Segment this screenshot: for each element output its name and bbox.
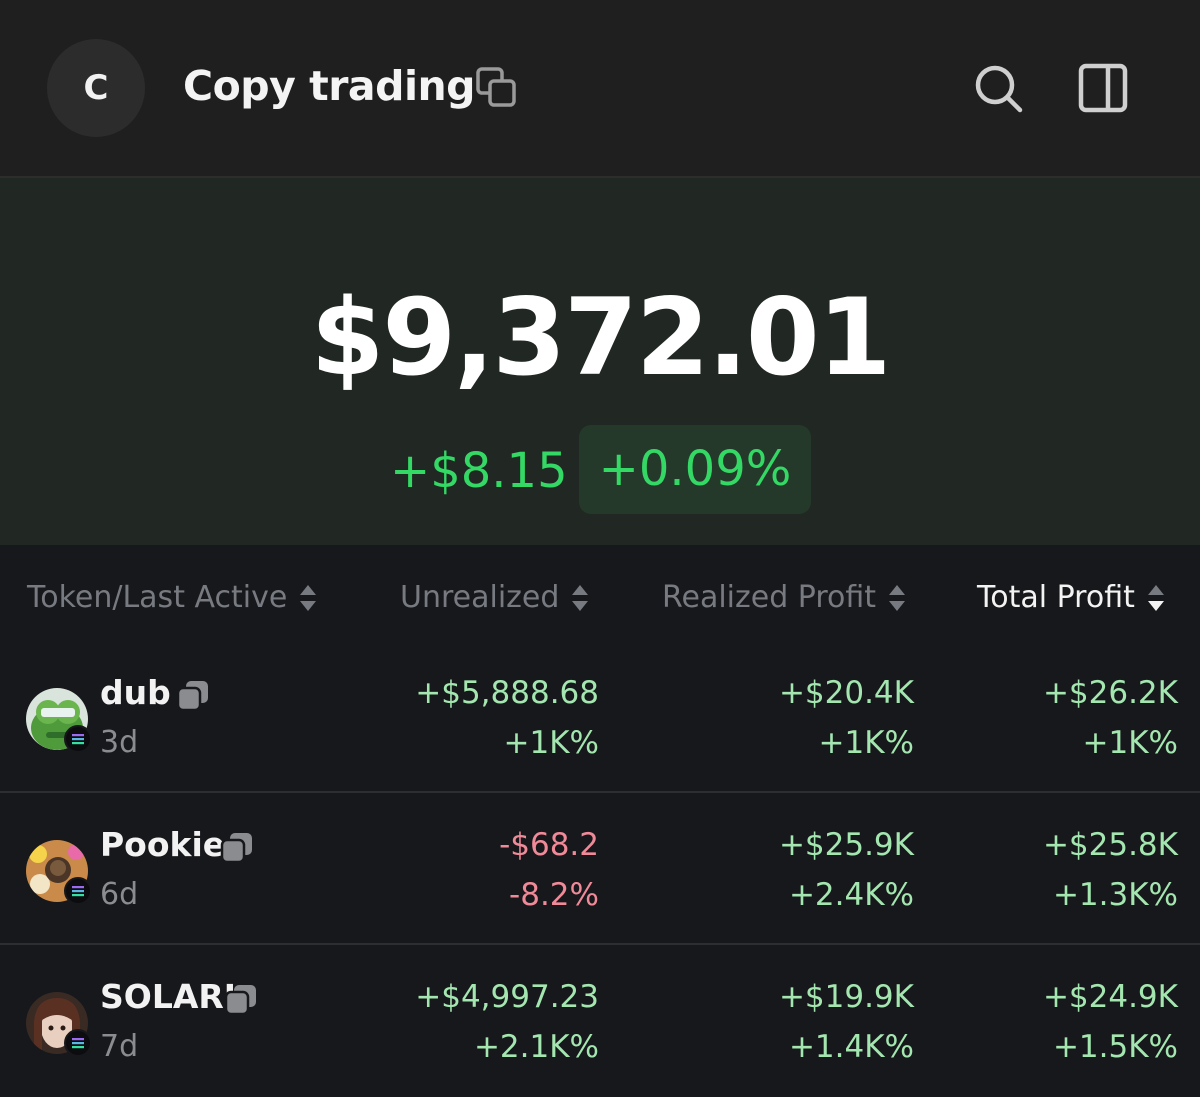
unrealized-amount: +$5,888.68	[415, 675, 599, 711]
copy-address-icon[interactable]	[224, 983, 258, 1017]
total-profit-amount: +$25.8K	[1042, 827, 1178, 863]
unrealized-amount: +$4,997.23	[415, 979, 599, 1015]
copy-icon[interactable]	[475, 66, 519, 110]
sort-icon	[300, 584, 317, 611]
column-header-label: Realized Profit	[662, 579, 877, 615]
total-profit-amount: +$26.2K	[1042, 675, 1178, 711]
page-title: Copy trading	[183, 62, 476, 110]
sort-icon	[889, 584, 906, 611]
column-header-realized-profit[interactable]: Realized Profit	[662, 575, 908, 619]
unrealized-percent: +2.1K%	[473, 1029, 599, 1065]
total-balance: $9,372.01	[310, 276, 892, 399]
last-active: 3d	[100, 725, 139, 760]
last-active: 7d	[100, 1029, 139, 1064]
sort-descending-icon	[1147, 584, 1164, 611]
solana-chain-icon	[64, 877, 92, 905]
solana-chain-icon	[64, 725, 92, 753]
column-header-total-profit[interactable]: Total Profit	[977, 575, 1167, 619]
solana-chain-icon	[64, 1029, 92, 1057]
total-profit-percent: +1K%	[1082, 725, 1178, 761]
realized-amount: +$20.4K	[778, 675, 914, 711]
realized-amount: +$25.9K	[778, 827, 914, 863]
token-name: dub	[100, 673, 171, 712]
row-divider	[0, 943, 1200, 945]
balance-panel: $9,372.01 +$8.15 +0.09%	[0, 178, 1200, 545]
token-name: SOLARI	[100, 977, 237, 1016]
sidebar-toggle-icon[interactable]	[1075, 60, 1131, 116]
sort-icon	[572, 584, 589, 611]
app-header: C Copy trading	[0, 0, 1200, 178]
table-row[interactable]: Pookie 6d -$68.2 -8.2% +$25.9K +2.4K% +$…	[0, 795, 1200, 945]
copy-address-icon[interactable]	[176, 679, 210, 713]
last-active: 6d	[100, 877, 139, 912]
total-profit-percent: +1.5K%	[1052, 1029, 1178, 1065]
column-header-unrealized[interactable]: Unrealized	[400, 575, 591, 619]
search-icon[interactable]	[970, 60, 1026, 116]
realized-percent: +2.4K%	[788, 877, 914, 913]
positions-table: Token/Last Active Unrealized Realized Pr…	[0, 545, 1200, 1092]
unrealized-amount: -$68.2	[499, 827, 599, 863]
balance-change-percent-badge: +0.09%	[579, 425, 811, 514]
row-divider	[0, 791, 1200, 793]
realized-percent: +1K%	[818, 725, 914, 761]
copy-address-icon[interactable]	[220, 831, 254, 865]
unrealized-percent: +1K%	[503, 725, 599, 761]
total-profit-amount: +$24.9K	[1042, 979, 1178, 1015]
balance-change-amount: +$8.15	[390, 443, 568, 499]
realized-amount: +$19.9K	[778, 979, 914, 1015]
column-header-label: Token/Last Active	[27, 579, 288, 615]
account-avatar[interactable]: C	[47, 39, 145, 137]
token-name: Pookie	[100, 825, 226, 864]
column-header-token[interactable]: Token/Last Active	[27, 575, 319, 619]
table-row[interactable]: SOLARI 7d +$4,997.23 +2.1K% +$19.9K +1.4…	[0, 947, 1200, 1097]
realized-percent: +1.4K%	[788, 1029, 914, 1065]
total-profit-percent: +1.3K%	[1052, 877, 1178, 913]
unrealized-percent: -8.2%	[509, 877, 599, 913]
column-header-label: Total Profit	[977, 579, 1135, 615]
table-row[interactable]: dub 3d +$5,888.68 +1K% +$20.4K +1K% +$26…	[0, 643, 1200, 793]
column-header-label: Unrealized	[400, 579, 560, 615]
